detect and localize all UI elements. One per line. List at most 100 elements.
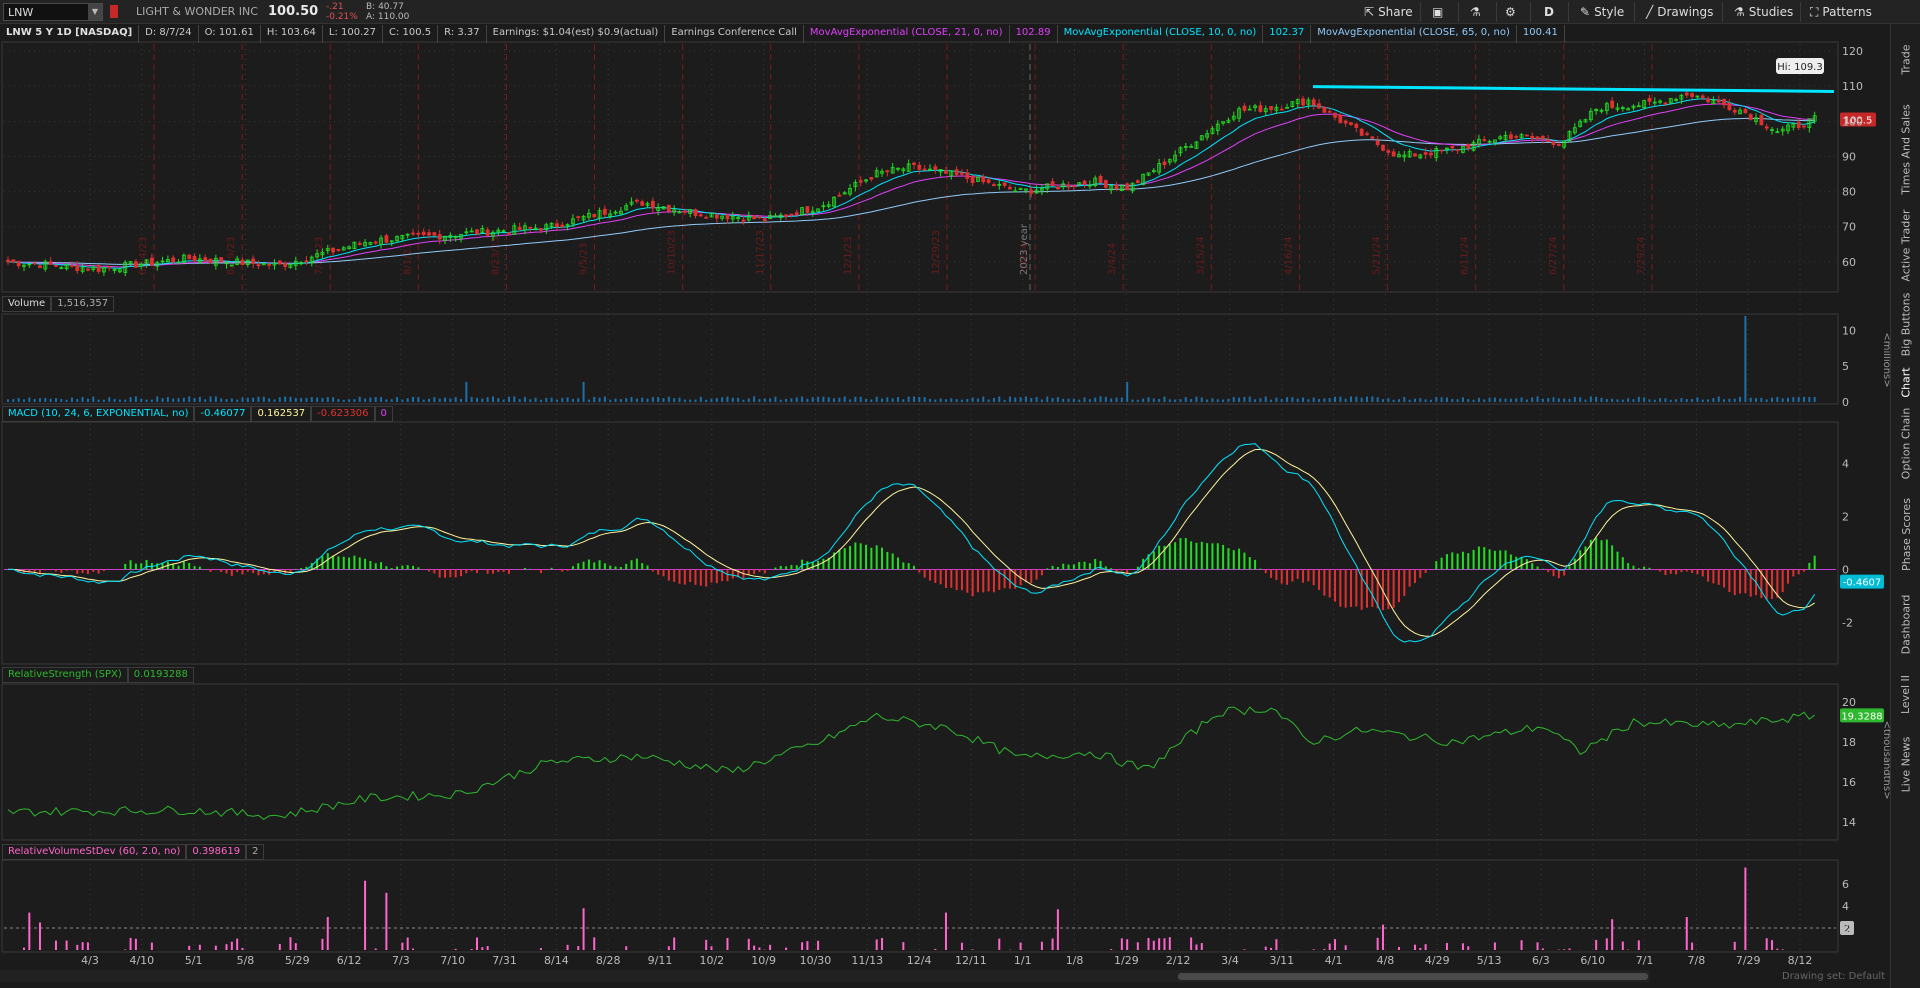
volume-bar bbox=[1547, 398, 1550, 402]
volume-bar bbox=[950, 398, 953, 402]
rvol-bar bbox=[374, 948, 377, 950]
sidebar-tab-times-and-sales[interactable]: Times And Sales bbox=[1891, 94, 1920, 204]
candle-body bbox=[187, 254, 192, 260]
macd-histogram-bar bbox=[550, 567, 553, 570]
sidebar-tab-dashboard[interactable]: Dashboard bbox=[1891, 584, 1920, 664]
macd-histogram-bar bbox=[1270, 569, 1273, 578]
ema10-label[interactable]: MovAvgExponential (CLOSE, 10, 0, no) bbox=[1058, 25, 1264, 43]
macd-histogram-bar bbox=[1467, 553, 1470, 570]
rvol-bar bbox=[944, 912, 947, 950]
volume-bar bbox=[118, 399, 121, 402]
macd-histogram-bar bbox=[1179, 538, 1182, 570]
volume-bar bbox=[891, 398, 894, 402]
volume-bar bbox=[475, 397, 478, 402]
volume-bar bbox=[715, 397, 718, 402]
macd-histogram-bar bbox=[1312, 569, 1315, 586]
rvol-bar bbox=[758, 947, 761, 950]
macd-histogram-bar bbox=[1238, 548, 1241, 570]
volume-bar bbox=[1174, 399, 1177, 402]
candle-body bbox=[1802, 125, 1806, 128]
candle-body bbox=[602, 208, 607, 215]
volume-bar bbox=[97, 399, 100, 402]
macd-histogram-bar bbox=[1334, 569, 1337, 602]
candle-body bbox=[1700, 95, 1705, 98]
volume-bar bbox=[587, 399, 590, 402]
macd-histogram-bar bbox=[651, 569, 654, 572]
x-axis-label: 1/8 bbox=[1066, 954, 1084, 967]
sidebar-tab-chart[interactable]: Chart bbox=[1891, 362, 1920, 402]
macd-histogram-bar bbox=[1728, 569, 1731, 593]
volume-bar bbox=[1126, 381, 1129, 402]
volume-bar bbox=[65, 399, 68, 402]
macd-histogram-bar bbox=[1339, 569, 1342, 607]
macd-histogram-bar bbox=[1195, 542, 1198, 570]
rs-label[interactable]: RelativeStrength (SPX) bbox=[2, 667, 128, 683]
volume-bar bbox=[1504, 398, 1507, 402]
macd-histogram-bar bbox=[1691, 569, 1694, 574]
sidebar-tab-active-trader[interactable]: Active Trader bbox=[1891, 204, 1920, 286]
volume-bar bbox=[1243, 396, 1246, 402]
macd-histogram-bar bbox=[635, 558, 638, 570]
candle-body bbox=[1050, 181, 1055, 186]
macd-histogram-bar bbox=[1078, 561, 1081, 570]
volume-bar bbox=[60, 399, 63, 402]
rvol-bar bbox=[1520, 940, 1523, 950]
volume-bar bbox=[268, 398, 271, 402]
rvol-label[interactable]: RelativeVolumeStDev (60, 2.0, no) bbox=[2, 844, 187, 860]
rvol-bar bbox=[1637, 940, 1640, 950]
sidebar-tab-level-ii[interactable]: Level II bbox=[1891, 664, 1920, 724]
volume-bar bbox=[1312, 397, 1315, 402]
candle-body bbox=[32, 262, 37, 265]
candle-body bbox=[1242, 105, 1247, 111]
x-axis-label: 4/10 bbox=[129, 954, 154, 967]
volume-bar bbox=[214, 396, 217, 402]
volume-bar bbox=[833, 398, 836, 402]
candle-body bbox=[1429, 152, 1433, 156]
candle-body bbox=[1439, 149, 1444, 152]
rvol-bar bbox=[198, 944, 201, 950]
panel-vol bbox=[1, 313, 1839, 405]
macd-histogram-bar bbox=[454, 569, 457, 578]
volume-bar bbox=[1152, 398, 1155, 402]
volume-bar bbox=[619, 399, 622, 402]
candle-body bbox=[357, 243, 362, 245]
ema21-label[interactable]: MovAvgExponential (CLOSE, 21, 0, no) bbox=[804, 25, 1010, 43]
macd-histogram-bar bbox=[566, 569, 569, 571]
sidebar-tab-trade[interactable]: Trade bbox=[1891, 24, 1920, 94]
sidebar-tab-option-chain[interactable]: Option Chain bbox=[1891, 402, 1920, 484]
volume-bar bbox=[1493, 397, 1496, 402]
volume-bar bbox=[1680, 398, 1683, 402]
macd-histogram-bar bbox=[1323, 569, 1326, 596]
volume-bar bbox=[582, 381, 585, 402]
candle-body bbox=[1317, 103, 1321, 109]
volume-bar bbox=[433, 397, 436, 402]
macd-histogram-bar bbox=[1749, 569, 1752, 597]
volume-bar bbox=[1062, 398, 1065, 402]
volume-label[interactable]: Volume bbox=[2, 296, 52, 312]
volume-bar bbox=[987, 399, 990, 402]
macd-label[interactable]: MACD (10, 24, 6, EXPONENTIAL, no) bbox=[2, 406, 195, 422]
event-date-label: 8/1/23 bbox=[402, 243, 413, 275]
candle-body bbox=[277, 260, 282, 265]
volume-bar bbox=[747, 398, 750, 402]
sidebar-tab-big-buttons[interactable]: Big Buttons bbox=[1891, 286, 1920, 362]
event-date-label: 7/29/24 bbox=[1636, 236, 1647, 275]
rvol-bar bbox=[225, 944, 228, 950]
volume-bar bbox=[1222, 399, 1225, 402]
scrollbar-thumb[interactable] bbox=[1178, 973, 1648, 980]
price-axis-label: 60 bbox=[1842, 256, 1856, 269]
candle-body bbox=[485, 229, 490, 236]
sidebar-tab-phase-scores[interactable]: Phase Scores bbox=[1891, 484, 1920, 584]
chart-canvas[interactable]: 6/14/23 6/29/23 7/27/23 8/1/23 8/23/23 9/5/23… bbox=[0, 0, 1890, 988]
macd-histogram-bar bbox=[1504, 550, 1507, 570]
volume-bar bbox=[817, 396, 820, 402]
macd-histogram-bar bbox=[902, 562, 905, 570]
sidebar-tab-live-news[interactable]: Live News bbox=[1891, 724, 1920, 804]
candle-body bbox=[1610, 100, 1615, 108]
rvol-bar bbox=[385, 892, 388, 950]
candle-body bbox=[1322, 106, 1327, 113]
ema65-label[interactable]: MovAvgExponential (CLOSE, 65, 0, no) bbox=[1311, 25, 1517, 43]
rvol-bar bbox=[1190, 937, 1193, 950]
macd-axis-label: 4 bbox=[1842, 458, 1849, 471]
rvol-bar bbox=[278, 943, 281, 950]
